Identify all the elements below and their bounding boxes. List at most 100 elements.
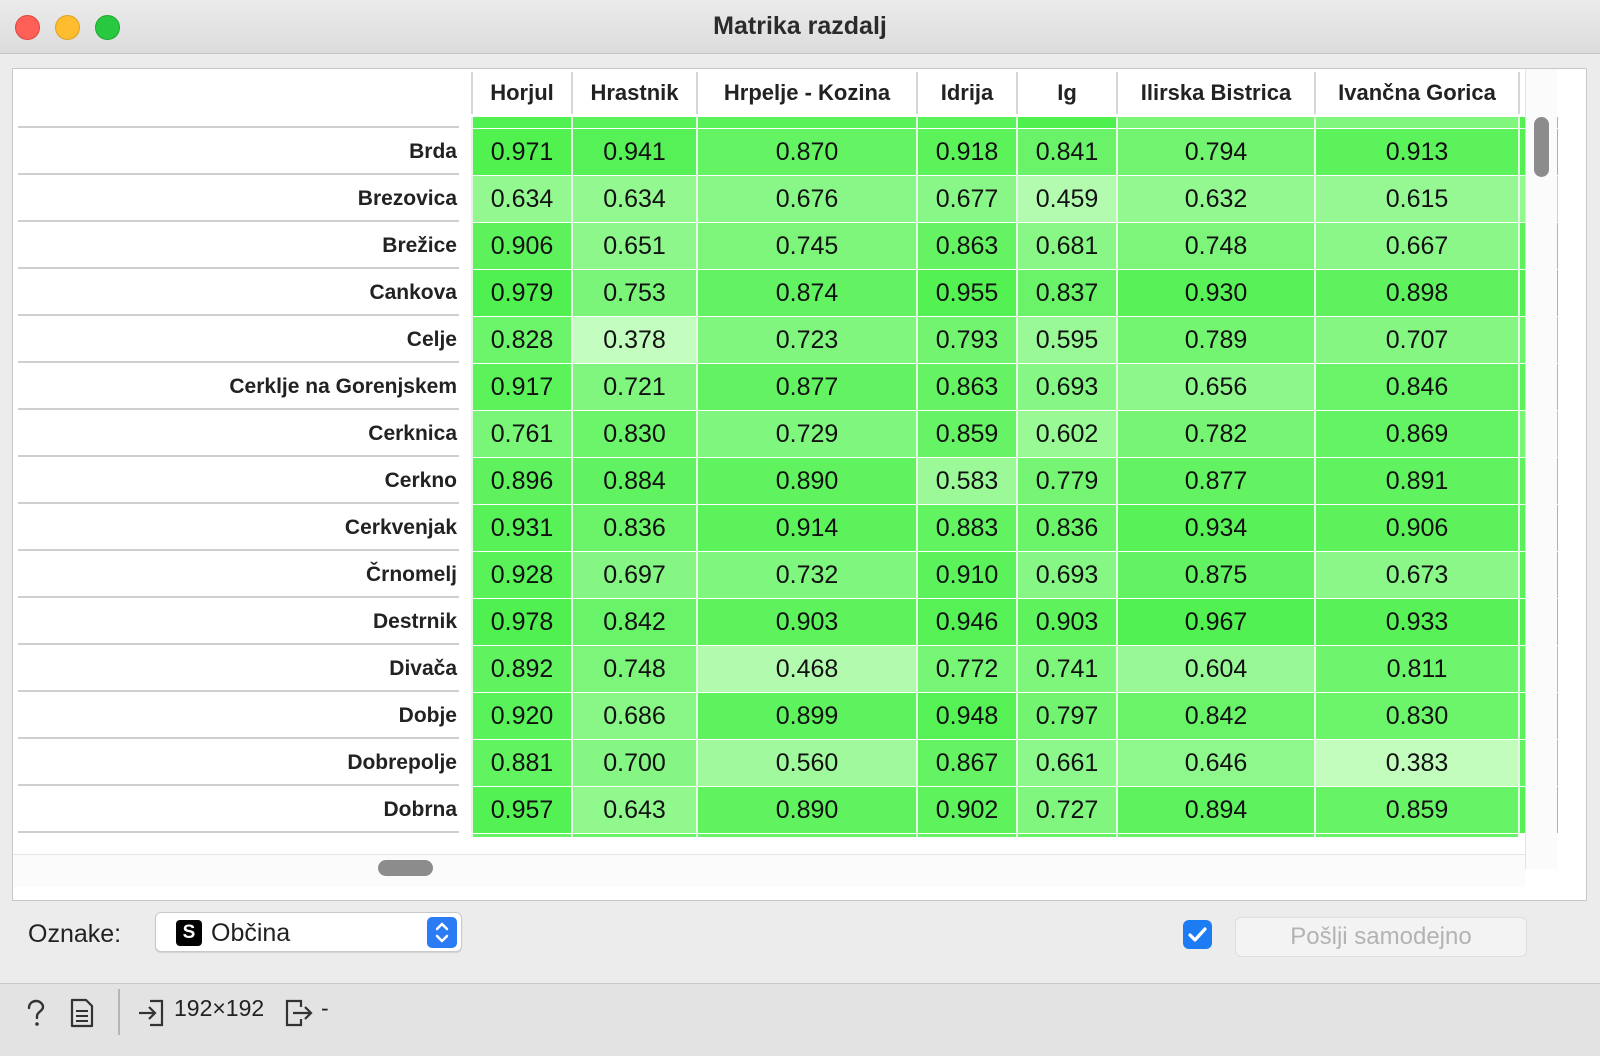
matrix-cell[interactable]: 0.883 bbox=[916, 505, 1016, 551]
matrix-cell[interactable]: 0.677 bbox=[916, 176, 1016, 222]
horizontal-scrollbar[interactable] bbox=[13, 854, 1525, 887]
matrix-cell[interactable]: 0.975 bbox=[471, 117, 571, 128]
matrix-cell[interactable]: 0.836 bbox=[1016, 505, 1116, 551]
matrix-cell[interactable]: 0.925 bbox=[916, 117, 1016, 128]
matrix-cell[interactable]: 0.721 bbox=[571, 364, 696, 410]
matrix-cell[interactable]: 0.846 bbox=[1314, 364, 1518, 410]
matrix-cell[interactable]: 0.874 bbox=[696, 270, 916, 316]
matrix-cell[interactable]: 0.892 bbox=[471, 646, 571, 692]
matrix-cell[interactable]: 0.697 bbox=[571, 552, 696, 598]
table-row[interactable]: Destrnik 0.978 0.842 0.903 0.946 0.903 0.967 0.… bbox=[13, 599, 1558, 646]
column-header[interactable]: Idrija bbox=[916, 72, 1016, 114]
matrix-cell[interactable]: 0.651 bbox=[571, 223, 696, 269]
matrix-cell[interactable]: 0.378 bbox=[571, 317, 696, 363]
matrix-cell[interactable]: 0.681 bbox=[1016, 223, 1116, 269]
matrix-cell[interactable]: 0.721 bbox=[1314, 117, 1518, 128]
matrix-cell[interactable]: 0.661 bbox=[1016, 740, 1116, 786]
matrix-cell[interactable]: 0.830 bbox=[571, 411, 696, 457]
matrix-cell[interactable]: 0.933 bbox=[1314, 599, 1518, 645]
column-header[interactable]: Ivančna Gorica bbox=[1314, 72, 1518, 114]
matrix-cell[interactable]: 0.884 bbox=[571, 458, 696, 504]
matrix-cell[interactable]: 0.756 bbox=[1116, 117, 1314, 128]
matrix-cell[interactable]: 0.987 bbox=[1016, 117, 1116, 128]
matrix-cell[interactable]: 0.772 bbox=[916, 646, 1016, 692]
matrix-cell[interactable]: 0.842 bbox=[571, 599, 696, 645]
column-header[interactable]: Horjul bbox=[471, 72, 571, 114]
matrix-cell[interactable]: 0.870 bbox=[696, 129, 916, 175]
matrix-cell[interactable]: 0.957 bbox=[471, 787, 571, 833]
matrix-cell[interactable]: 0.906 bbox=[471, 223, 571, 269]
matrix-cell[interactable]: 0.863 bbox=[916, 223, 1016, 269]
table-row[interactable]: Celje 0.828 0.378 0.723 0.793 0.595 0.789 0.707 bbox=[13, 317, 1558, 364]
matrix-cell[interactable]: 0.468 bbox=[696, 646, 916, 692]
matrix-cell[interactable]: 0.898 bbox=[1314, 270, 1518, 316]
matrix-cell[interactable]: 0.978 bbox=[471, 599, 571, 645]
table-row[interactable]: Cerkvenjak 0.931 0.836 0.914 0.883 0.836 0.934… bbox=[13, 505, 1558, 552]
table-row[interactable]: Brežice 0.906 0.651 0.745 0.863 0.681 0.748 0.6… bbox=[13, 223, 1558, 270]
labels-combobox[interactable]: S Občina bbox=[155, 912, 462, 952]
matrix-cell[interactable]: 0.903 bbox=[1016, 599, 1116, 645]
matrix-cell[interactable]: 0.863 bbox=[916, 364, 1016, 410]
matrix-cell[interactable]: 0.841 bbox=[1016, 129, 1116, 175]
matrix-cell[interactable]: 0.383 bbox=[1314, 740, 1518, 786]
matrix-cell[interactable]: 0.891 bbox=[1314, 458, 1518, 504]
matrix-cell[interactable]: 0.789 bbox=[1116, 317, 1314, 363]
matrix-cell[interactable]: 0.920 bbox=[696, 117, 916, 128]
vertical-scrollbar-thumb[interactable] bbox=[1534, 117, 1549, 177]
matrix-cell[interactable]: 0.918 bbox=[916, 129, 1016, 175]
matrix-cell[interactable]: 0.693 bbox=[1016, 552, 1116, 598]
matrix-cell-partial[interactable] bbox=[1116, 834, 1314, 837]
matrix-cell[interactable]: 0.693 bbox=[1016, 364, 1116, 410]
vertical-scrollbar[interactable] bbox=[1525, 69, 1557, 869]
table-row[interactable]: Cerkno 0.896 0.884 0.890 0.583 0.779 0.877 0.89… bbox=[13, 458, 1558, 505]
matrix-cell[interactable]: 0.842 bbox=[1116, 693, 1314, 739]
matrix-cell[interactable]: 0.595 bbox=[1016, 317, 1116, 363]
table-row[interactable]: Črnomelj 0.928 0.697 0.732 0.910 0.693 0.875 0.… bbox=[13, 552, 1558, 599]
table-row[interactable]: Dobrna 0.957 0.643 0.890 0.902 0.727 0.894 0.85… bbox=[13, 787, 1558, 834]
table-row[interactable]: Dobje 0.920 0.686 0.899 0.948 0.797 0.842 0.830 bbox=[13, 693, 1558, 740]
matrix-cell[interactable]: 0.723 bbox=[696, 317, 916, 363]
matrix-cell[interactable]: 0.894 bbox=[1116, 787, 1314, 833]
table-row[interactable]: Cankova 0.979 0.753 0.874 0.955 0.837 0.930 0.8… bbox=[13, 270, 1558, 317]
matrix-cell[interactable]: 0.634 bbox=[471, 176, 571, 222]
matrix-cell[interactable]: 0.917 bbox=[471, 364, 571, 410]
matrix-cell[interactable]: 0.782 bbox=[1116, 411, 1314, 457]
matrix-cell[interactable]: 0.793 bbox=[916, 317, 1016, 363]
matrix-cell[interactable]: 0.583 bbox=[916, 458, 1016, 504]
matrix-cell[interactable]: 0.967 bbox=[1116, 599, 1314, 645]
auto-send-checkbox[interactable] bbox=[1183, 920, 1212, 949]
matrix-cell[interactable]: 0.902 bbox=[916, 787, 1016, 833]
matrix-cell[interactable]: 0.811 bbox=[1314, 646, 1518, 692]
matrix-cell[interactable]: 0.667 bbox=[1314, 223, 1518, 269]
column-header[interactable]: Ig bbox=[1016, 72, 1116, 114]
matrix-cell[interactable]: 0.745 bbox=[696, 223, 916, 269]
matrix-cell[interactable]: 0.934 bbox=[1116, 505, 1314, 551]
matrix-cell[interactable]: 0.877 bbox=[1116, 458, 1314, 504]
matrix-cell[interactable]: 0.727 bbox=[1016, 787, 1116, 833]
matrix-cell[interactable]: 0.748 bbox=[571, 646, 696, 692]
matrix-cell-partial[interactable] bbox=[1314, 834, 1518, 837]
matrix-cell[interactable]: 0.700 bbox=[571, 740, 696, 786]
matrix-cell[interactable]: 0.910 bbox=[916, 552, 1016, 598]
matrix-cell[interactable]: 0.875 bbox=[1116, 552, 1314, 598]
matrix-cell[interactable]: 0.930 bbox=[1116, 270, 1314, 316]
matrix-cell[interactable]: 0.920 bbox=[471, 693, 571, 739]
matrix-cell[interactable]: 0.890 bbox=[696, 458, 916, 504]
matrix-cell[interactable]: 0.560 bbox=[696, 740, 916, 786]
matrix-cell[interactable]: 0.741 bbox=[1016, 646, 1116, 692]
matrix-cell-partial[interactable] bbox=[1016, 834, 1116, 837]
matrix-cell[interactable]: 0.748 bbox=[1116, 223, 1314, 269]
matrix-cell[interactable]: 0.459 bbox=[1016, 176, 1116, 222]
matrix-cell[interactable]: 0.913 bbox=[1314, 129, 1518, 175]
matrix-cell[interactable]: 0.729 bbox=[696, 411, 916, 457]
distance-matrix-table[interactable]: Horjul Hrastnik Hrpelje - Kozina Idrija Ig Il… bbox=[12, 68, 1587, 901]
matrix-cell[interactable]: 0.979 bbox=[471, 270, 571, 316]
table-row[interactable]: Brda 0.971 0.941 0.870 0.918 0.841 0.794 0.913 bbox=[13, 129, 1558, 176]
table-row[interactable]: Cerklje na Gorenjskem 0.917 0.721 0.877 0.86… bbox=[13, 364, 1558, 411]
table-row[interactable]: Dobrepolje 0.881 0.700 0.560 0.867 0.661 0.646… bbox=[13, 740, 1558, 787]
matrix-cell[interactable]: 0.955 bbox=[916, 270, 1016, 316]
matrix-cell[interactable]: 0.906 bbox=[1314, 505, 1518, 551]
horizontal-scrollbar-thumb[interactable] bbox=[378, 860, 433, 876]
matrix-cell[interactable]: 0.946 bbox=[916, 599, 1016, 645]
table-row[interactable]: Brezovica 0.634 0.634 0.676 0.677 0.459 0.632 0… bbox=[13, 176, 1558, 223]
